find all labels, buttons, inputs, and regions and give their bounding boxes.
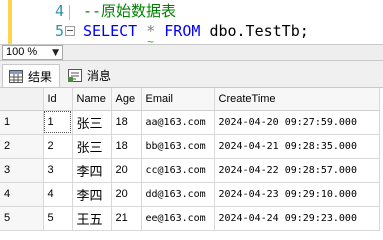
cell-name[interactable]: 李四 (72, 158, 112, 183)
editor-line-4[interactable]: 4 --原始数据表 (0, 1, 383, 22)
table-row[interactable]: 1 1 张三 18 aa@163.com 2024-04-20 09:27:59… (0, 110, 380, 135)
message-icon (68, 69, 82, 82)
keyword-from: FROM (164, 22, 201, 40)
table-row[interactable]: 4 4 李四 20 dd@163.com 2024-04-23 09:29:10… (0, 182, 380, 207)
table-row[interactable]: 5 5 王五 21 ee@163.com 2024-04-24 09:29:23… (0, 206, 380, 231)
cell-createtime[interactable]: 2024-04-23 09:29:10.000 (214, 182, 380, 207)
cell-createtime[interactable]: 2024-04-20 09:27:59.000 (214, 110, 380, 135)
column-header-id[interactable]: Id (43, 88, 73, 111)
grid-corner[interactable] (0, 88, 44, 111)
cell-email[interactable]: aa@163.com (141, 110, 215, 135)
zoom-bar: 100 % ▼ (0, 44, 383, 61)
cell-age[interactable]: 21 (111, 206, 142, 231)
cell-createtime[interactable]: 2024-04-21 09:28:35.000 (214, 134, 380, 159)
column-header-age[interactable]: Age (111, 88, 142, 111)
cell-createtime[interactable]: 2024-04-22 09:28:57.000 (214, 158, 380, 183)
header-row: Id Name Age Email CreateTime (0, 88, 380, 111)
table-name: dbo.TestTb; (209, 22, 309, 40)
results-table: Id Name Age Email CreateTime 1 1 张三 18 a… (0, 88, 380, 231)
column-header-email[interactable]: Email (141, 88, 215, 111)
cell-email[interactable]: bb@163.com (141, 134, 215, 159)
cell-email[interactable]: ee@163.com (141, 206, 215, 231)
cell-id[interactable]: 1 (43, 110, 73, 135)
tab-messages-label: 消息 (87, 69, 112, 83)
zoom-value: 100 % (6, 46, 38, 58)
collapse-toggle-icon[interactable] (65, 26, 75, 36)
table-row[interactable]: 2 2 张三 18 bb@163.com 2024-04-21 09:28:35… (0, 134, 380, 159)
sql-statement: SELECT * FROM dbo.TestTb; (83, 21, 309, 42)
cell-id[interactable]: 5 (43, 206, 73, 231)
editor-line-5[interactable]: 5 SELECT * FROM dbo.TestTb; (0, 21, 383, 42)
cell-age[interactable]: 18 (111, 134, 142, 159)
row-number[interactable]: 3 (0, 158, 44, 183)
results-tabbar: 结果 消息 (0, 61, 383, 87)
column-header-createtime[interactable]: CreateTime (214, 88, 380, 111)
row-number[interactable]: 2 (0, 134, 44, 159)
cell-email[interactable]: cc@163.com (141, 158, 215, 183)
row-number[interactable]: 5 (0, 206, 44, 231)
outline-guide (69, 5, 70, 20)
zoom-dropdown[interactable]: 100 % ▼ (2, 45, 63, 60)
row-number[interactable]: 4 (0, 182, 44, 207)
tab-results[interactable]: 结果 (2, 64, 60, 87)
grid-icon (9, 69, 23, 83)
results-grid[interactable]: Id Name Age Email CreateTime 1 1 张三 18 a… (0, 87, 383, 231)
chevron-down-icon[interactable]: ▼ (52, 47, 59, 59)
cell-createtime[interactable]: 2024-04-24 09:29:23.000 (214, 206, 380, 231)
cell-age[interactable]: 18 (111, 110, 142, 135)
sql-comment: --原始数据表 (83, 2, 177, 20)
cell-name[interactable]: 张三 (72, 110, 112, 135)
line-number: 4 (54, 2, 64, 20)
cell-name[interactable]: 李四 (72, 182, 112, 207)
cell-name[interactable]: 张三 (72, 134, 112, 159)
query-editor[interactable]: 4 --原始数据表 5 SELECT * FROM dbo.TestTb; (0, 0, 383, 44)
cell-id[interactable]: 2 (43, 134, 73, 159)
column-header-name[interactable]: Name (72, 88, 112, 111)
tab-messages[interactable]: 消息 (62, 64, 118, 87)
row-number[interactable]: 1 (0, 110, 44, 135)
cell-id[interactable]: 4 (43, 182, 73, 207)
table-row[interactable]: 3 3 李四 20 cc@163.com 2024-04-22 09:28:57… (0, 158, 380, 183)
cell-age[interactable]: 20 (111, 182, 142, 207)
keyword-select: SELECT (83, 22, 138, 40)
line-number: 5 (54, 22, 64, 40)
cell-name[interactable]: 王五 (72, 206, 112, 231)
cell-age[interactable]: 20 (111, 158, 142, 183)
cell-id[interactable]: 3 (43, 158, 73, 183)
tab-results-label: 结果 (28, 69, 53, 84)
cell-email[interactable]: dd@163.com (141, 182, 215, 207)
select-star: * (146, 22, 155, 40)
